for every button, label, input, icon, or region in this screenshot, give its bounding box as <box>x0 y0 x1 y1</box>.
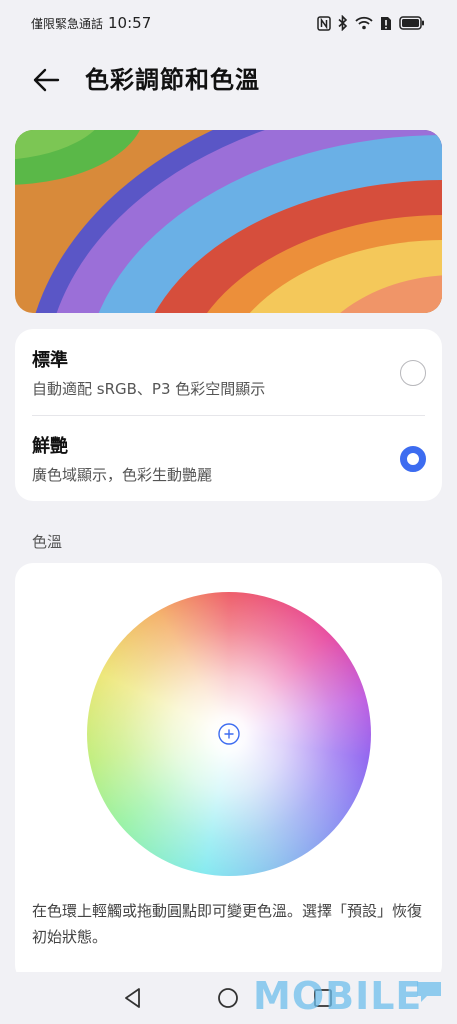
status-bar: 僅限緊急通話 10:57 <box>0 0 457 48</box>
battery-icon <box>399 16 424 30</box>
back-button[interactable] <box>28 62 64 98</box>
option-vivid-title: 鮮艷 <box>32 436 68 457</box>
color-preview-banner <box>15 130 442 313</box>
wheel-handle[interactable] <box>217 722 241 746</box>
wifi-icon <box>355 16 373 30</box>
display-mode-card: 標準 自動適配 sRGB、P3 色彩空間顯示 鮮艷 廣色域顯示，色彩生動艷麗 <box>15 329 442 501</box>
status-icons <box>317 15 425 31</box>
home-circle-icon[interactable] <box>216 986 240 1010</box>
arrow-left-icon <box>33 68 60 92</box>
carrier-text: 僅限緊急通話 <box>31 17 104 31</box>
watermark-logo: MOBILE <box>253 974 423 1018</box>
option-vivid-radio[interactable] <box>400 446 426 472</box>
option-vivid[interactable]: 鮮艷 廣色域顯示，色彩生動艷麗 <box>15 415 442 501</box>
status-bar-left: 僅限緊急通話 10:57 <box>31 14 151 32</box>
nfc-icon <box>317 15 331 31</box>
bluetooth-icon <box>338 15 348 31</box>
page-title: 色彩調節和色溫 <box>85 66 260 94</box>
option-standard-desc: 自動適配 sRGB、P3 色彩空間顯示 <box>32 380 266 398</box>
section-label-temperature: 色溫 <box>32 533 63 551</box>
sim-alert-icon <box>381 16 391 30</box>
speech-bubble-icon <box>417 982 441 1002</box>
color-temperature-card: 在色環上輕觸或拖動圓點即可變更色溫。選擇「預設」恢復初始狀態。 <box>15 563 442 983</box>
option-vivid-desc: 廣色域顯示，色彩生動艷麗 <box>32 466 213 484</box>
color-wheel[interactable] <box>87 592 371 876</box>
back-triangle-icon[interactable] <box>121 986 145 1010</box>
clock: 10:57 <box>108 14 152 32</box>
option-standard-title: 標準 <box>32 350 68 371</box>
option-standard[interactable]: 標準 自動適配 sRGB、P3 色彩空間顯示 <box>15 329 442 415</box>
option-standard-radio[interactable] <box>400 360 426 386</box>
temperature-hint: 在色環上輕觸或拖動圓點即可變更色溫。選擇「預設」恢復初始狀態。 <box>32 902 423 946</box>
